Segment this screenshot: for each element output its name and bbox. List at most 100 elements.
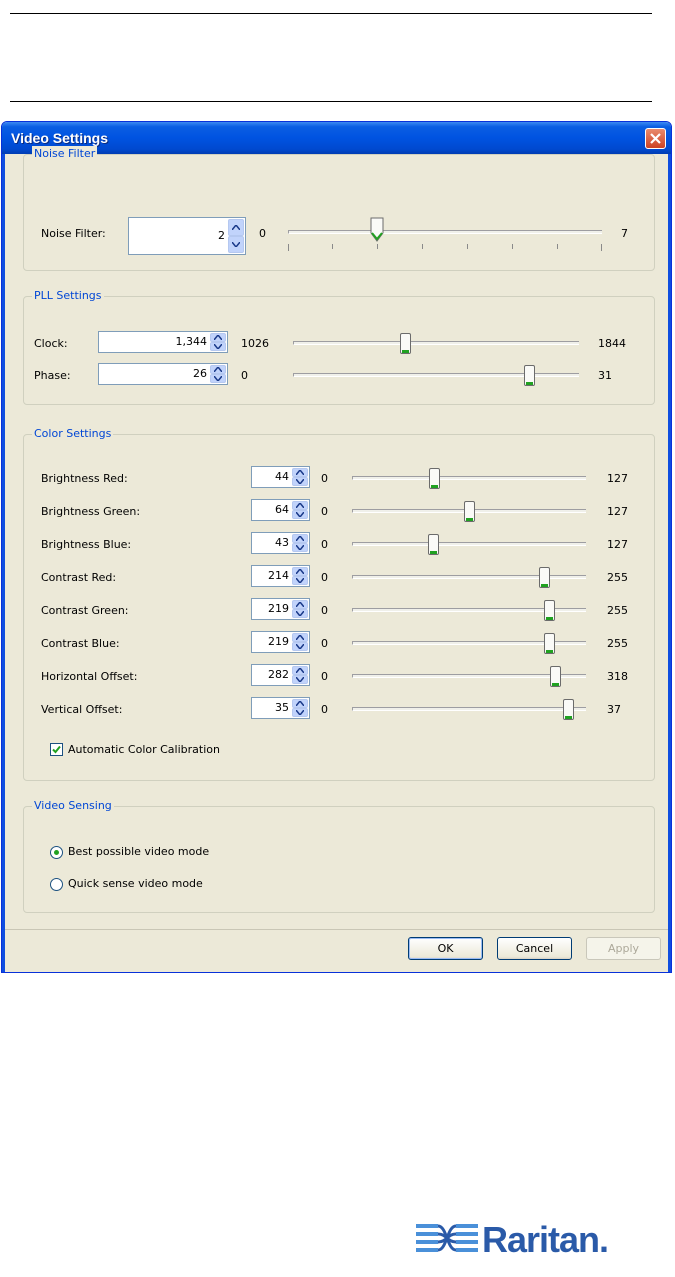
spin-up-icon[interactable] <box>228 219 244 236</box>
color-row-min: 0 <box>321 571 328 584</box>
quick-sense-video-mode-radio[interactable] <box>50 878 63 891</box>
color-row-value[interactable]: 64 <box>275 503 289 517</box>
auto-calibration-checkbox[interactable] <box>50 743 63 756</box>
color-row-label: Contrast Blue: <box>41 637 120 650</box>
color-row-track[interactable] <box>352 575 586 579</box>
color-row-max: 127 <box>607 472 628 485</box>
color-row-thumb[interactable] <box>562 699 574 720</box>
clock-thumb[interactable] <box>399 333 411 354</box>
color-settings-legend: Color Settings <box>32 426 114 442</box>
ok-button[interactable]: OK <box>408 937 483 960</box>
spin-up-icon[interactable] <box>292 567 308 576</box>
spin-up-icon[interactable] <box>210 333 226 342</box>
color-row-max: 255 <box>607 604 628 617</box>
clock-arrows <box>210 333 226 351</box>
color-row-track[interactable] <box>352 542 586 546</box>
phase-value[interactable]: 26 <box>193 367 207 381</box>
spin-up-icon[interactable] <box>292 633 308 642</box>
pll-settings-group: PLL Settings Clock: 1,344 1026 1844 Phas… <box>23 288 655 405</box>
color-row-value[interactable]: 35 <box>275 701 289 715</box>
spin-up-icon[interactable] <box>292 468 308 477</box>
color-row-thumb[interactable] <box>427 534 439 555</box>
title-bar[interactable]: Video Settings <box>2 122 671 154</box>
color-row-max: 255 <box>607 637 628 650</box>
spin-arrows <box>292 468 308 486</box>
color-row-spinner[interactable]: 44 <box>251 466 310 488</box>
color-row-spinner[interactable]: 214 <box>251 565 310 587</box>
noise-filter-legend: Noise Filter <box>32 146 98 162</box>
color-row-thumb[interactable] <box>549 666 561 687</box>
clock-track[interactable] <box>293 341 579 345</box>
color-row-label: Brightness Green: <box>41 505 141 518</box>
best-video-mode-label[interactable]: Best possible video mode <box>68 845 209 859</box>
best-video-mode-radio[interactable] <box>50 846 63 859</box>
color-row-value[interactable]: 214 <box>268 569 289 583</box>
spin-down-icon[interactable] <box>292 543 308 552</box>
color-row-track[interactable] <box>352 476 586 480</box>
radio-selected-dot <box>54 850 59 855</box>
color-row-spinner[interactable]: 282 <box>251 664 310 686</box>
phase-arrows <box>210 365 226 383</box>
color-row-thumb[interactable] <box>543 633 555 654</box>
spin-down-icon[interactable] <box>292 675 308 684</box>
clock-value[interactable]: 1,344 <box>176 335 208 349</box>
color-row-value[interactable]: 43 <box>275 536 289 550</box>
spin-down-icon[interactable] <box>210 374 226 383</box>
phase-track[interactable] <box>293 373 579 377</box>
color-settings-group: Color Settings Brightness Red: 44 0 127 Brig… <box>23 426 655 781</box>
spin-up-icon[interactable] <box>210 365 226 374</box>
color-row-thumb[interactable] <box>539 567 551 588</box>
spin-up-icon[interactable] <box>292 501 308 510</box>
window-title: Video Settings <box>11 130 108 146</box>
spin-down-icon[interactable] <box>210 342 226 351</box>
spin-down-icon[interactable] <box>292 642 308 651</box>
spin-up-icon[interactable] <box>292 699 308 708</box>
cancel-button[interactable]: Cancel <box>497 937 572 960</box>
spin-up-icon[interactable] <box>292 666 308 675</box>
color-row-thumb[interactable] <box>429 468 441 489</box>
spin-down-icon[interactable] <box>292 576 308 585</box>
clock-spinner[interactable]: 1,344 <box>98 331 228 353</box>
spin-up-icon[interactable] <box>292 534 308 543</box>
color-row-thumb[interactable] <box>464 501 476 522</box>
noise-filter-max: 7 <box>621 227 628 240</box>
color-row-thumb[interactable] <box>543 600 555 621</box>
color-row-max: 127 <box>607 505 628 518</box>
noise-filter-value[interactable]: 2 <box>218 229 225 243</box>
close-button[interactable] <box>645 128 666 149</box>
slider-tick <box>288 244 289 251</box>
spin-down-icon[interactable] <box>292 510 308 519</box>
phase-max: 31 <box>598 369 612 382</box>
noise-filter-thumb[interactable] <box>370 217 384 243</box>
spin-up-icon[interactable] <box>292 600 308 609</box>
color-row-value[interactable]: 44 <box>275 470 289 484</box>
spin-down-icon[interactable] <box>292 477 308 486</box>
color-row-track[interactable] <box>352 707 586 711</box>
spin-down-icon[interactable] <box>228 236 244 253</box>
color-row-min: 0 <box>321 604 328 617</box>
noise-filter-label: Noise Filter: <box>41 227 106 240</box>
color-row-spinner[interactable]: 219 <box>251 631 310 653</box>
phase-min: 0 <box>241 369 248 382</box>
spin-down-icon[interactable] <box>292 708 308 717</box>
phase-spinner[interactable]: 26 <box>98 363 228 385</box>
spin-down-icon[interactable] <box>292 609 308 618</box>
color-row-spinner[interactable]: 64 <box>251 499 310 521</box>
video-settings-dialog: Video Settings Noise Filter Noise Filter… <box>1 121 672 973</box>
color-row-spinner[interactable]: 219 <box>251 598 310 620</box>
color-row-spinner[interactable]: 43 <box>251 532 310 554</box>
color-row-min: 0 <box>321 637 328 650</box>
color-row-value[interactable]: 219 <box>268 635 289 649</box>
color-row-value[interactable]: 219 <box>268 602 289 616</box>
clock-max: 1844 <box>598 337 626 350</box>
color-row-value[interactable]: 282 <box>268 668 289 682</box>
color-row-label: Contrast Red: <box>41 571 117 584</box>
color-row-min: 0 <box>321 703 328 716</box>
color-row-spinner[interactable]: 35 <box>251 697 310 719</box>
noise-filter-track[interactable] <box>288 230 602 234</box>
noise-filter-spinner[interactable]: 2 <box>128 217 246 255</box>
phase-thumb[interactable] <box>523 365 535 386</box>
apply-button[interactable]: Apply <box>586 937 661 960</box>
quick-sense-video-mode-label[interactable]: Quick sense video mode <box>68 877 203 891</box>
auto-calibration-label[interactable]: Automatic Color Calibration <box>68 743 220 757</box>
